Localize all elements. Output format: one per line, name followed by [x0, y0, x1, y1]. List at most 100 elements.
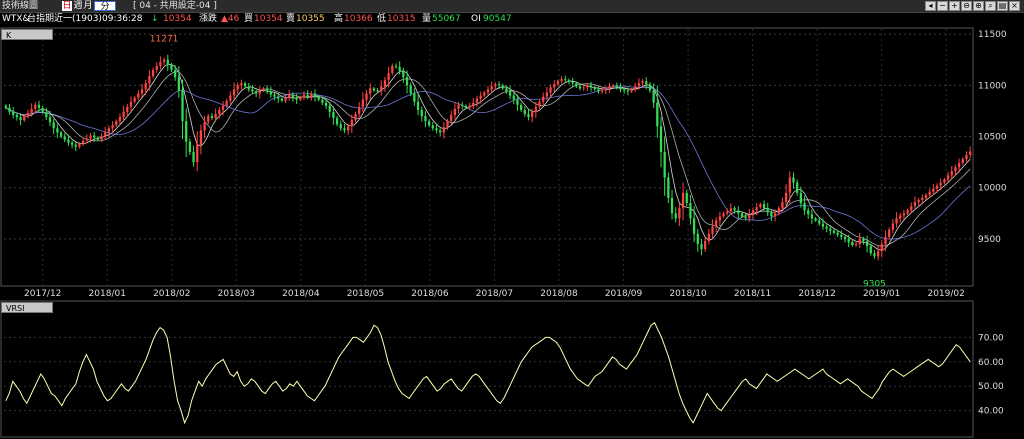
- candle-body: [888, 229, 891, 237]
- candle-body: [122, 111, 125, 118]
- candle-body: [946, 175, 950, 180]
- price-tick-label: 10500: [978, 133, 1007, 143]
- candle-body: [96, 137, 99, 140]
- candle-body: [792, 177, 795, 183]
- candle-body: [424, 116, 427, 122]
- candle-body: [836, 232, 839, 235]
- candle-body: [170, 64, 173, 70]
- candle-body: [891, 223, 895, 230]
- candle-body: [192, 151, 195, 163]
- candle-body: [832, 230, 836, 233]
- candle-body: [611, 85, 615, 87]
- candle-body: [788, 177, 791, 193]
- vrsi-panel-label: VRSI: [1, 302, 53, 313]
- candle-body: [387, 73, 390, 81]
- k-grid: [4, 29, 972, 285]
- candle-body: [420, 109, 423, 117]
- candle-body: [358, 106, 361, 114]
- candle-body: [737, 210, 740, 214]
- candle-body: [501, 85, 504, 89]
- candle-body: [240, 83, 243, 86]
- candle-body: [884, 236, 887, 245]
- candle-body: [446, 121, 449, 128]
- candle-body: [957, 163, 961, 168]
- candle-body: [133, 97, 136, 102]
- candle-body: [350, 120, 353, 127]
- candle-body: [383, 80, 387, 87]
- candle-body: [531, 111, 534, 118]
- candle-body: [516, 99, 519, 105]
- candle-body: [549, 87, 552, 93]
- candle-body: [711, 226, 714, 234]
- candle-body: [781, 202, 784, 209]
- candle-body: [825, 226, 828, 229]
- candle-body: [865, 240, 869, 247]
- candle-body: [339, 124, 342, 129]
- candle-body: [104, 132, 107, 137]
- candle-body: [254, 91, 258, 94]
- candle-body: [523, 109, 526, 114]
- candle-body: [707, 233, 710, 241]
- candle-body: [704, 240, 707, 250]
- candle-body: [155, 65, 158, 70]
- candle-body: [162, 59, 166, 62]
- candle-body: [773, 213, 777, 217]
- candle-body: [185, 121, 188, 142]
- candle-body: [626, 90, 630, 92]
- vrsi-tick-label: 50.00: [978, 382, 1004, 392]
- vrsi-tick-label: 70.00: [978, 333, 1004, 343]
- candle-body: [30, 108, 33, 113]
- candle-body: [935, 185, 939, 189]
- candle-body: [748, 214, 751, 219]
- candle-body: [310, 93, 313, 97]
- candle-body: [902, 213, 906, 216]
- candle-body: [630, 89, 633, 92]
- candle-body: [593, 87, 596, 90]
- candle-body: [140, 89, 144, 94]
- candle-body: [391, 65, 394, 74]
- candle-body: [19, 117, 22, 121]
- price-chart[interactable]: 950010000105001100011500 2017/12 2018/01 2…: [0, 0, 1024, 439]
- candle-body: [8, 107, 11, 112]
- candle-body: [913, 202, 917, 207]
- candle-body: [733, 208, 736, 211]
- candle-body: [280, 98, 284, 101]
- candle-body: [258, 90, 261, 94]
- candle-body: [361, 99, 365, 107]
- candle-body: [744, 216, 747, 219]
- candle-body: [218, 109, 221, 114]
- candle-body: [63, 136, 66, 140]
- price-tick-label: 11500: [978, 30, 1007, 40]
- candle-body: [961, 159, 964, 164]
- candle-body: [807, 210, 810, 215]
- candle-body: [508, 91, 512, 96]
- candle-body: [41, 107, 44, 112]
- candle-body: [12, 111, 15, 116]
- candle-body: [851, 241, 854, 246]
- candle-body: [59, 132, 63, 137]
- candle-body: [527, 113, 530, 118]
- candle-body: [965, 154, 968, 160]
- candle-body: [777, 208, 780, 214]
- candle-body: [597, 89, 600, 92]
- candle-body: [398, 66, 401, 71]
- candle-body: [623, 89, 626, 91]
- candle-body: [243, 83, 247, 87]
- candle-body: [100, 136, 103, 140]
- candle-body: [45, 111, 48, 118]
- candle-body: [950, 171, 953, 176]
- candle-body: [302, 94, 306, 98]
- candle-body: [332, 111, 335, 119]
- candle-body: [291, 94, 295, 98]
- candle-body: [354, 113, 357, 121]
- candle-body: [236, 85, 239, 90]
- candle-body: [637, 83, 641, 87]
- candle-body: [431, 125, 434, 129]
- candle-body: [674, 213, 677, 219]
- candle-body: [726, 211, 729, 214]
- candle-body: [409, 85, 412, 94]
- candle-body: [600, 90, 604, 92]
- candle-body: [126, 106, 129, 112]
- k-panel-frame: [0, 27, 974, 287]
- candle-body: [840, 234, 843, 237]
